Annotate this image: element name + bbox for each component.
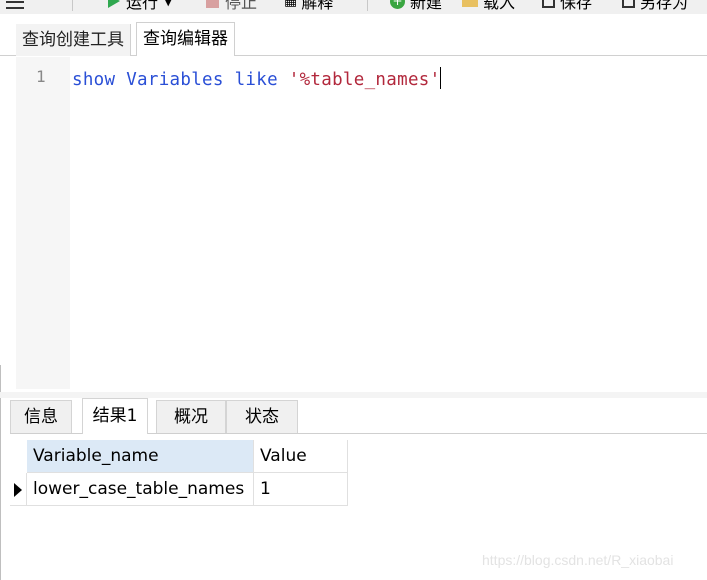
toolbar-separator	[367, 0, 368, 11]
tab-result1[interactable]: 结果1	[82, 398, 148, 434]
table-row[interactable]: lower_case_table_names 1	[10, 473, 348, 506]
line-number: 1	[36, 67, 46, 86]
line-number-gutter: 1	[16, 57, 70, 389]
string-literal: '%table_names'	[288, 70, 441, 90]
chevron-down-icon[interactable]: ▼	[164, 0, 172, 8]
identifier: Variables	[126, 70, 224, 90]
save-button[interactable]: 保存	[542, 0, 592, 13]
new-button[interactable]: + 新建	[390, 0, 442, 13]
tab-query-editor[interactable]: 查询编辑器	[136, 22, 235, 56]
plus-icon: +	[390, 0, 405, 9]
stop-button[interactable]: 停止	[206, 0, 257, 13]
grid-cell[interactable]: lower_case_table_names	[27, 473, 254, 506]
save-as-button[interactable]: 另存为	[622, 0, 688, 13]
explain-button[interactable]: ▦ 解释	[284, 0, 333, 13]
tab-status[interactable]: 状态	[226, 400, 298, 433]
tab-profile[interactable]: 概况	[156, 400, 226, 433]
save-as-icon	[622, 0, 635, 8]
grid-cell[interactable]: 1	[254, 473, 348, 506]
column-header[interactable]: Value	[254, 440, 348, 473]
menu-icon[interactable]	[6, 0, 24, 13]
tab-info[interactable]: 信息	[10, 400, 72, 433]
row-indicator[interactable]	[10, 473, 27, 506]
folder-icon	[462, 0, 478, 7]
explain-icon: ▦	[284, 0, 298, 9]
load-button[interactable]: 载入	[462, 0, 515, 13]
save-icon	[542, 0, 555, 8]
toolbar-separator	[72, 0, 73, 11]
watermark: https://blog.csdn.net/R_xiaobai	[482, 552, 674, 568]
text-cursor	[440, 67, 442, 89]
sql-editor[interactable]: 1 show Variables like '%table_names'	[16, 57, 707, 389]
result-tab-bar: 信息 结果1 概况 状态	[10, 398, 707, 434]
toolbar: 运行 ▼ 停止 ▦ 解释 + 新建 载入 保存 另存为	[0, 0, 707, 14]
grid-header-row: Variable_name Value	[10, 440, 348, 473]
current-row-arrow-icon	[14, 483, 22, 497]
stop-icon	[206, 0, 219, 8]
tab-query-builder[interactable]: 查询创建工具	[16, 24, 131, 56]
play-icon	[108, 0, 120, 8]
run-button[interactable]: 运行 ▼	[108, 0, 172, 13]
code-line[interactable]: show Variables like '%table_names'	[72, 67, 442, 90]
keyword: show	[72, 70, 116, 90]
keyword: like	[234, 70, 278, 90]
editor-tab-bar: 查询创建工具 查询编辑器	[0, 22, 707, 56]
column-header[interactable]: Variable_name	[27, 440, 254, 473]
